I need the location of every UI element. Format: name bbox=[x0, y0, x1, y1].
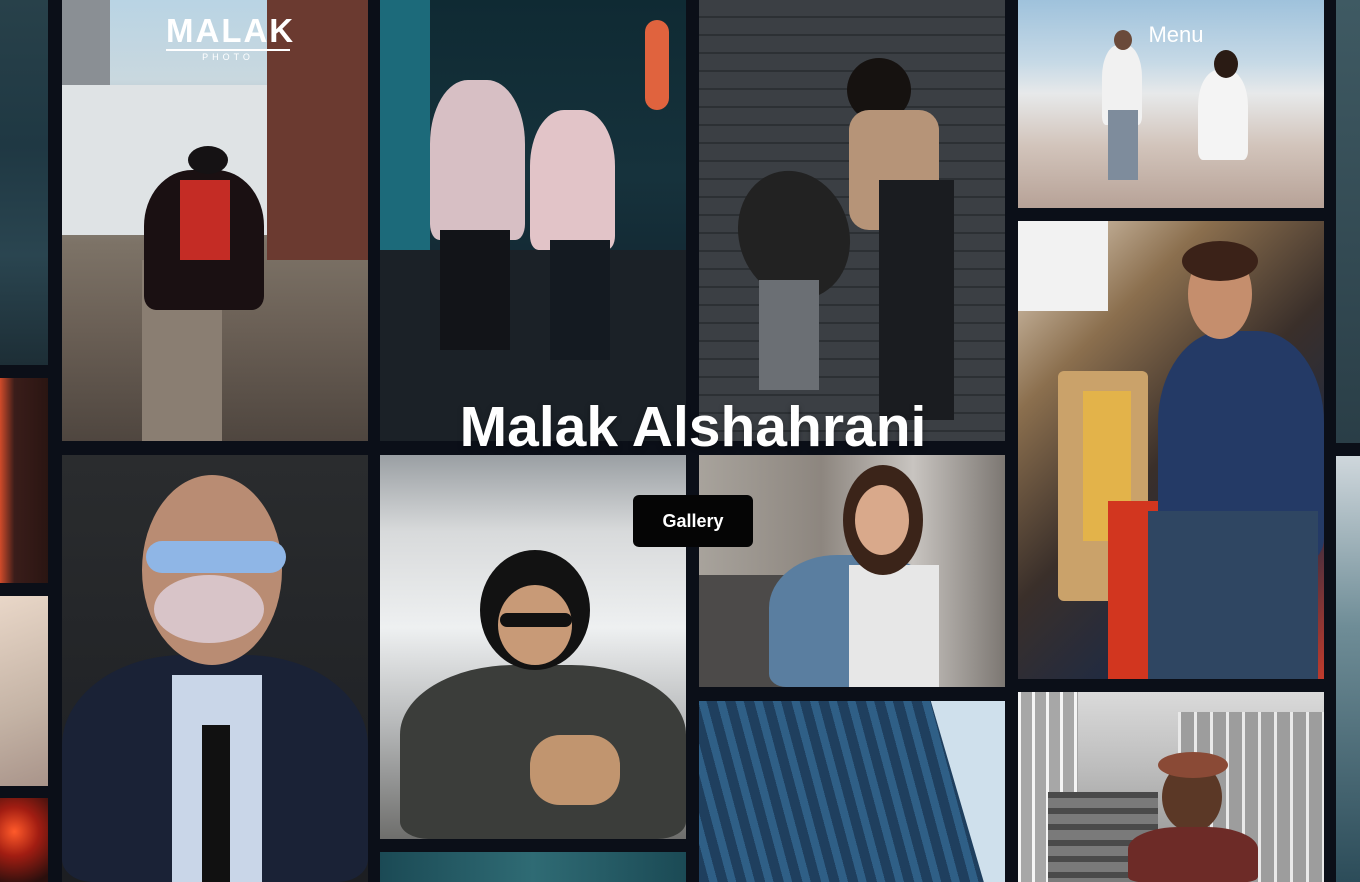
gallery-photo-edge-top bbox=[1336, 0, 1360, 443]
gallery-photo-neon-sign bbox=[0, 798, 48, 882]
gallery-button[interactable]: Gallery bbox=[633, 495, 753, 547]
gallery-photo-neon-alley-couple bbox=[380, 0, 686, 441]
gallery-photo-teal-street bbox=[380, 852, 686, 882]
menu-button[interactable]: Menu bbox=[1130, 20, 1222, 50]
gallery-photo-beach bbox=[0, 596, 48, 786]
logo-subtext: PHOTO bbox=[166, 49, 290, 62]
gallery-photo-street-portrait-woman bbox=[699, 455, 1005, 687]
gallery-photo-brick-wall-boot bbox=[699, 0, 1005, 441]
gallery-photo-blue-facade bbox=[699, 701, 1005, 882]
site-logo[interactable]: MALAK PHOTO bbox=[166, 12, 296, 62]
logo-text: MALAK bbox=[166, 12, 296, 49]
gallery-photo-bubblegum-portrait bbox=[62, 455, 368, 882]
gallery-photo-neon-lights bbox=[0, 378, 48, 583]
gallery-photo-edge-bottom bbox=[1336, 456, 1360, 882]
gallery-photo-train-window bbox=[0, 0, 48, 365]
page-title: Malak Alshahrani bbox=[459, 395, 927, 459]
gallery-photo-graduate-walking bbox=[62, 0, 368, 441]
gallery-photo-24-hours-portrait bbox=[1018, 221, 1324, 679]
gallery-photo-staircase-portrait bbox=[1018, 692, 1324, 882]
